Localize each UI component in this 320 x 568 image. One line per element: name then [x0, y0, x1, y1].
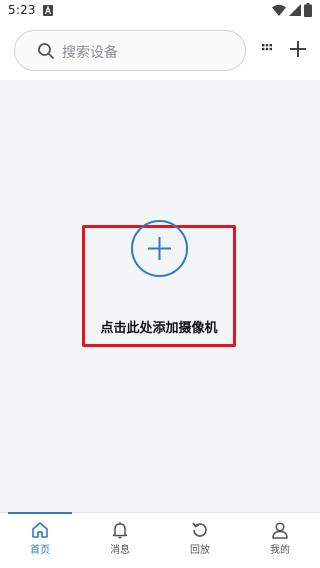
status-bar: 5:23 — [0, 0, 320, 22]
home-icon — [32, 522, 48, 538]
search-placeholder: 搜索设备 — [62, 45, 118, 61]
bell-icon — [112, 522, 128, 539]
tab-profile-label: 我的 — [270, 545, 290, 556]
tab-home-label: 首页 — [30, 545, 50, 556]
tab-playback-label: 回放 — [190, 545, 210, 556]
signal-icon — [289, 4, 301, 16]
add-camera-button[interactable] — [131, 220, 188, 277]
notification-a-icon — [43, 5, 53, 16]
battery-icon — [304, 3, 312, 17]
tab-profile[interactable]: 我的 — [240, 513, 320, 568]
person-icon — [272, 522, 288, 539]
wifi-icon — [272, 4, 286, 16]
search-icon — [38, 43, 54, 59]
grid-view-icon[interactable] — [262, 44, 272, 54]
bottom-nav: 首页 消息 回放 我的 — [0, 512, 320, 568]
tab-home[interactable]: 首页 — [0, 513, 80, 568]
add-camera-label[interactable]: 点击此处添加摄像机 — [82, 317, 236, 336]
add-icon[interactable] — [289, 40, 307, 58]
header: 搜索设备 — [0, 22, 320, 80]
replay-icon — [192, 522, 207, 537]
tab-messages-label: 消息 — [110, 545, 130, 556]
plus-icon — [148, 237, 171, 260]
tab-messages[interactable]: 消息 — [80, 513, 160, 568]
tab-playback[interactable]: 回放 — [160, 513, 240, 568]
status-time: 5:23 — [8, 3, 36, 17]
search-input[interactable]: 搜索设备 — [14, 30, 246, 71]
device-list-area — [0, 80, 320, 512]
